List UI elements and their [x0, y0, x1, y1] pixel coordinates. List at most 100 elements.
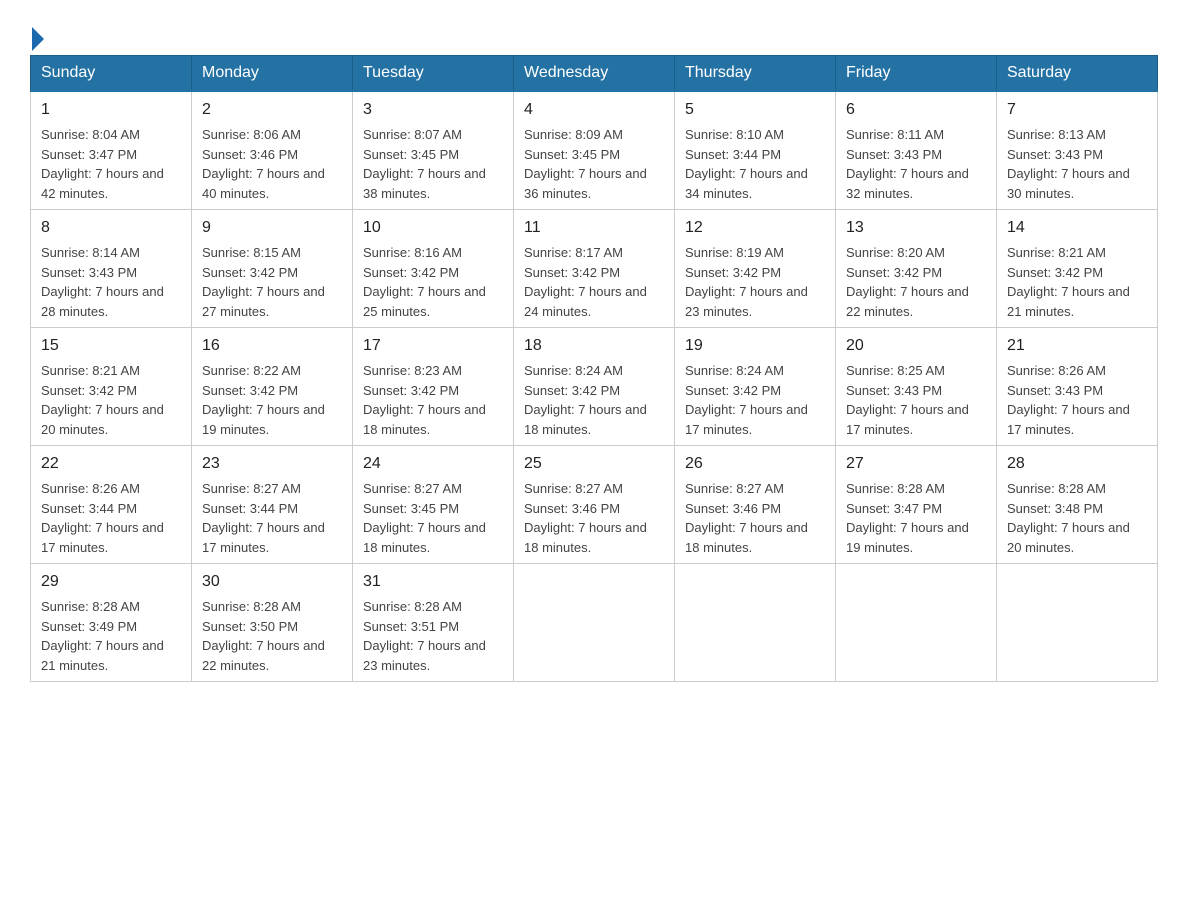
calendar-week-row: 22 Sunrise: 8:26 AM Sunset: 3:44 PM Dayl…	[31, 446, 1158, 564]
day-sunset: Sunset: 3:45 PM	[524, 147, 620, 162]
day-sunset: Sunset: 3:42 PM	[363, 383, 459, 398]
calendar-day-cell: 8 Sunrise: 8:14 AM Sunset: 3:43 PM Dayli…	[31, 210, 192, 328]
day-daylight: Daylight: 7 hours and 18 minutes.	[524, 402, 647, 437]
day-daylight: Daylight: 7 hours and 28 minutes.	[41, 284, 164, 319]
day-daylight: Daylight: 7 hours and 18 minutes.	[363, 520, 486, 555]
day-daylight: Daylight: 7 hours and 20 minutes.	[41, 402, 164, 437]
day-number: 8	[41, 216, 181, 240]
day-number: 12	[685, 216, 825, 240]
day-daylight: Daylight: 7 hours and 18 minutes.	[685, 520, 808, 555]
day-sunrise: Sunrise: 8:21 AM	[41, 363, 140, 378]
day-daylight: Daylight: 7 hours and 19 minutes.	[202, 402, 325, 437]
day-daylight: Daylight: 7 hours and 17 minutes.	[1007, 402, 1130, 437]
day-sunrise: Sunrise: 8:26 AM	[41, 481, 140, 496]
day-number: 18	[524, 334, 664, 358]
day-number: 15	[41, 334, 181, 358]
day-sunset: Sunset: 3:49 PM	[41, 619, 137, 634]
day-sunrise: Sunrise: 8:14 AM	[41, 245, 140, 260]
day-sunrise: Sunrise: 8:27 AM	[685, 481, 784, 496]
calendar-week-row: 29 Sunrise: 8:28 AM Sunset: 3:49 PM Dayl…	[31, 564, 1158, 682]
day-sunset: Sunset: 3:45 PM	[363, 147, 459, 162]
day-sunrise: Sunrise: 8:24 AM	[685, 363, 784, 378]
day-daylight: Daylight: 7 hours and 30 minutes.	[1007, 166, 1130, 201]
day-sunrise: Sunrise: 8:27 AM	[363, 481, 462, 496]
calendar-day-cell: 14 Sunrise: 8:21 AM Sunset: 3:42 PM Dayl…	[997, 210, 1158, 328]
day-daylight: Daylight: 7 hours and 21 minutes.	[41, 638, 164, 673]
day-sunset: Sunset: 3:47 PM	[846, 501, 942, 516]
calendar-header-monday: Monday	[192, 56, 353, 92]
day-number: 16	[202, 334, 342, 358]
day-sunset: Sunset: 3:46 PM	[524, 501, 620, 516]
day-sunset: Sunset: 3:43 PM	[846, 147, 942, 162]
calendar-day-cell: 12 Sunrise: 8:19 AM Sunset: 3:42 PM Dayl…	[675, 210, 836, 328]
day-number: 29	[41, 570, 181, 594]
day-number: 10	[363, 216, 503, 240]
calendar-day-cell: 13 Sunrise: 8:20 AM Sunset: 3:42 PM Dayl…	[836, 210, 997, 328]
day-number: 19	[685, 334, 825, 358]
day-sunset: Sunset: 3:42 PM	[202, 383, 298, 398]
calendar-day-cell: 22 Sunrise: 8:26 AM Sunset: 3:44 PM Dayl…	[31, 446, 192, 564]
day-sunset: Sunset: 3:43 PM	[846, 383, 942, 398]
day-sunrise: Sunrise: 8:11 AM	[846, 127, 944, 142]
day-sunset: Sunset: 3:45 PM	[363, 501, 459, 516]
day-sunrise: Sunrise: 8:23 AM	[363, 363, 462, 378]
logo	[30, 20, 100, 45]
calendar-day-cell: 24 Sunrise: 8:27 AM Sunset: 3:45 PM Dayl…	[353, 446, 514, 564]
calendar-empty-cell	[514, 564, 675, 682]
calendar-day-cell: 26 Sunrise: 8:27 AM Sunset: 3:46 PM Dayl…	[675, 446, 836, 564]
day-sunrise: Sunrise: 8:16 AM	[363, 245, 462, 260]
logo-arrow-icon	[32, 27, 44, 51]
calendar-day-cell: 27 Sunrise: 8:28 AM Sunset: 3:47 PM Dayl…	[836, 446, 997, 564]
calendar-day-cell: 4 Sunrise: 8:09 AM Sunset: 3:45 PM Dayli…	[514, 91, 675, 210]
calendar-header-tuesday: Tuesday	[353, 56, 514, 92]
day-number: 2	[202, 98, 342, 122]
day-sunrise: Sunrise: 8:27 AM	[524, 481, 623, 496]
day-number: 11	[524, 216, 664, 240]
calendar-day-cell: 3 Sunrise: 8:07 AM Sunset: 3:45 PM Dayli…	[353, 91, 514, 210]
day-number: 9	[202, 216, 342, 240]
calendar-day-cell: 10 Sunrise: 8:16 AM Sunset: 3:42 PM Dayl…	[353, 210, 514, 328]
day-daylight: Daylight: 7 hours and 21 minutes.	[1007, 284, 1130, 319]
day-sunrise: Sunrise: 8:24 AM	[524, 363, 623, 378]
day-sunrise: Sunrise: 8:04 AM	[41, 127, 140, 142]
day-sunrise: Sunrise: 8:28 AM	[41, 599, 140, 614]
day-number: 31	[363, 570, 503, 594]
day-sunset: Sunset: 3:42 PM	[363, 265, 459, 280]
day-sunset: Sunset: 3:46 PM	[685, 501, 781, 516]
calendar-header-sunday: Sunday	[31, 56, 192, 92]
calendar-day-cell: 20 Sunrise: 8:25 AM Sunset: 3:43 PM Dayl…	[836, 328, 997, 446]
day-number: 17	[363, 334, 503, 358]
calendar-day-cell: 7 Sunrise: 8:13 AM Sunset: 3:43 PM Dayli…	[997, 91, 1158, 210]
day-daylight: Daylight: 7 hours and 18 minutes.	[363, 402, 486, 437]
calendar-week-row: 8 Sunrise: 8:14 AM Sunset: 3:43 PM Dayli…	[31, 210, 1158, 328]
calendar-day-cell: 6 Sunrise: 8:11 AM Sunset: 3:43 PM Dayli…	[836, 91, 997, 210]
day-daylight: Daylight: 7 hours and 23 minutes.	[363, 638, 486, 673]
calendar-day-cell: 23 Sunrise: 8:27 AM Sunset: 3:44 PM Dayl…	[192, 446, 353, 564]
calendar-day-cell: 29 Sunrise: 8:28 AM Sunset: 3:49 PM Dayl…	[31, 564, 192, 682]
calendar-day-cell: 17 Sunrise: 8:23 AM Sunset: 3:42 PM Dayl…	[353, 328, 514, 446]
day-sunset: Sunset: 3:42 PM	[685, 265, 781, 280]
day-number: 6	[846, 98, 986, 122]
day-sunset: Sunset: 3:46 PM	[202, 147, 298, 162]
day-number: 13	[846, 216, 986, 240]
day-sunset: Sunset: 3:48 PM	[1007, 501, 1103, 516]
day-daylight: Daylight: 7 hours and 18 minutes.	[524, 520, 647, 555]
day-sunset: Sunset: 3:51 PM	[363, 619, 459, 634]
day-daylight: Daylight: 7 hours and 32 minutes.	[846, 166, 969, 201]
day-sunrise: Sunrise: 8:19 AM	[685, 245, 784, 260]
day-sunset: Sunset: 3:42 PM	[524, 383, 620, 398]
day-daylight: Daylight: 7 hours and 42 minutes.	[41, 166, 164, 201]
calendar-day-cell: 31 Sunrise: 8:28 AM Sunset: 3:51 PM Dayl…	[353, 564, 514, 682]
calendar-day-cell: 15 Sunrise: 8:21 AM Sunset: 3:42 PM Dayl…	[31, 328, 192, 446]
calendar-day-cell: 18 Sunrise: 8:24 AM Sunset: 3:42 PM Dayl…	[514, 328, 675, 446]
day-daylight: Daylight: 7 hours and 17 minutes.	[685, 402, 808, 437]
calendar-day-cell: 9 Sunrise: 8:15 AM Sunset: 3:42 PM Dayli…	[192, 210, 353, 328]
day-number: 4	[524, 98, 664, 122]
day-number: 22	[41, 452, 181, 476]
day-sunset: Sunset: 3:44 PM	[41, 501, 137, 516]
day-sunset: Sunset: 3:44 PM	[202, 501, 298, 516]
page-header	[30, 20, 1158, 45]
day-daylight: Daylight: 7 hours and 22 minutes.	[846, 284, 969, 319]
day-number: 30	[202, 570, 342, 594]
day-number: 5	[685, 98, 825, 122]
